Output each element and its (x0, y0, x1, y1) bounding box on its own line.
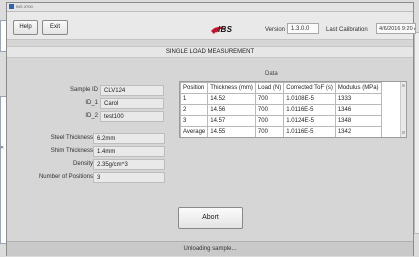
table-cell: 1 (180, 93, 209, 105)
table-row[interactable]: 1 14.52 700 1.0108E-5 1333 (180, 93, 382, 105)
table-cell: 1.0124E-5 (283, 115, 336, 127)
header-bar: Help Exit IBS Version 1.3.0.0 Last Calib… (7, 12, 416, 40)
table-cell: 1348 (334, 115, 382, 127)
close-icon[interactable]: ✕ (0, 145, 4, 151)
density-field: 2.35g/cm^3 (93, 159, 165, 170)
column-header: Position (180, 82, 209, 94)
data-table[interactable]: Position Thickness (mm) Load (N) Correct… (179, 81, 407, 138)
id2-label: ID_2 (85, 113, 98, 119)
table-cell: 700 (254, 126, 285, 137)
table-scrollbar[interactable] (400, 82, 406, 137)
shim-thickness-field: 1.4mm (93, 146, 165, 157)
app-window: INS 4700 Help Exit IBS Version 1.3.0.0 L… (6, 2, 416, 256)
table-cell: 700 (254, 115, 285, 127)
help-button[interactable]: Help (13, 20, 38, 35)
calibration-label: Last Calibration (326, 27, 368, 33)
table-cell: 14.52 (207, 93, 256, 105)
screen: ✕ INS 4700 Help Exit IBS Version 1.3.0.0… (0, 0, 419, 257)
column-header: Corrected ToF (s) (283, 82, 336, 94)
table-cell: 1.0108E-5 (283, 93, 336, 105)
id1-label: ID_1 (85, 100, 98, 106)
steel-thickness-field: 6.2mm (93, 133, 165, 144)
table-header-row: Position Thickness (mm) Load (N) Correct… (180, 82, 382, 94)
table-cell: 14.55 (207, 126, 256, 137)
version-label: Version (265, 27, 286, 33)
column-header: Load (N) (254, 82, 285, 94)
column-header: Modulus (MPa) (334, 82, 382, 94)
sample-id-field: CLV124 (100, 85, 164, 96)
table-cell: 1342 (334, 126, 382, 137)
table-row[interactable]: 3 14.57 700 1.0124E-5 1348 (180, 115, 382, 127)
table-row-average[interactable]: Average 14.55 700 1.0116E-5 1342 (180, 126, 382, 137)
steel-thickness-label: Steel Thickness (50, 135, 93, 141)
table-cell: 1333 (334, 93, 382, 105)
shim-thickness-label: Shim Thickness (50, 148, 93, 154)
exit-button[interactable]: Exit (42, 20, 68, 35)
status-bar: Unloading sample... (7, 241, 413, 256)
column-header: Thickness (mm) (207, 82, 256, 94)
brand-logo-text: IBS (218, 25, 233, 34)
calibration-field: 4/6/2016 9:20 AM (376, 23, 416, 34)
data-table-title: Data (265, 71, 278, 77)
table-cell: 1.0116E-5 (283, 126, 336, 137)
page-title: SINGLE LOAD MEASUREMENT (7, 46, 413, 58)
table-cell: 1346 (334, 104, 382, 116)
abort-button[interactable]: Abort (178, 207, 243, 229)
table-cell: 3 (180, 115, 209, 127)
id1-field: Carol (100, 98, 164, 109)
table-cell: 700 (254, 104, 285, 116)
scroll-up-icon[interactable] (402, 84, 405, 87)
table-cell: 2 (180, 104, 209, 116)
table-cell: 14.57 (207, 115, 256, 127)
positions-field: 3 (93, 172, 165, 183)
title-bar: INS 4700 (7, 3, 413, 12)
density-label: Density (72, 161, 93, 167)
table-cell: 1.0116E-5 (283, 104, 336, 116)
table-cell: 14.56 (207, 104, 256, 116)
background-window (414, 32, 419, 234)
sample-id-label: Sample ID (69, 87, 98, 93)
version-field: 1.3.0.0 (287, 23, 319, 34)
table-cell: Average (180, 126, 209, 137)
scroll-down-icon[interactable] (402, 131, 405, 134)
positions-label: Number of Positions (38, 174, 93, 180)
id2-field: test100 (100, 111, 164, 122)
window-title: INS 4700 (16, 4, 33, 9)
table-row[interactable]: 2 14.56 700 1.0116E-5 1346 (180, 104, 382, 116)
app-icon (9, 4, 14, 9)
table-cell: 700 (254, 93, 285, 105)
